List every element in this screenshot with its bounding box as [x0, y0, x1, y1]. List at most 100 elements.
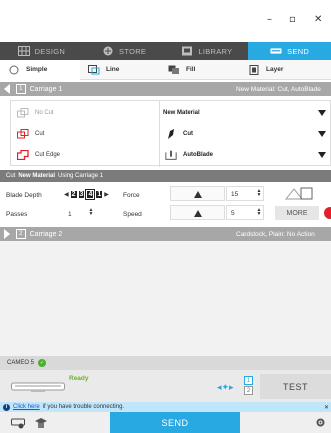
collapse-left-icon[interactable] [4, 84, 10, 94]
carriage-1-header[interactable]: 1 Carriage 1 New Material: Cut, AutoBlad… [0, 82, 331, 96]
tab-store-label: STORE [119, 46, 147, 56]
subtab-layer-label: Layer [266, 66, 284, 73]
blade-depth-digit: 2 [70, 191, 77, 198]
speed-slider-thumb[interactable] [194, 210, 202, 217]
speed-value: 5 [231, 210, 235, 217]
option-no-cut[interactable]: No Cut [17, 108, 54, 118]
help-text: if you have trouble connecting. [42, 404, 125, 410]
blade-depth-digit: 3 [78, 191, 85, 198]
subtab-layer[interactable]: Layer [240, 64, 320, 75]
connection-help-bar: i Click here if you have trouble connect… [0, 402, 331, 412]
expand-right-icon[interactable] [4, 229, 10, 239]
blade-depth-digit: 1 [96, 191, 103, 198]
subtab-simple[interactable]: Simple [0, 59, 80, 80]
send-button[interactable]: SEND [110, 412, 240, 433]
page-2-indicator[interactable]: 2 [244, 386, 253, 395]
subtab-simple-label: Simple [26, 66, 48, 73]
force-label: Force [123, 192, 140, 199]
close-help-button[interactable]: ✕ [324, 404, 329, 411]
material-dropdown[interactable]: New Material [161, 102, 331, 123]
machine-settings-icon[interactable] [11, 417, 25, 429]
panel-divider [159, 101, 160, 167]
force-value: 15 [231, 191, 239, 198]
carriage-1-material-summary: New Material: Cut, AutoBlade [236, 85, 321, 93]
option-cut-label: Cut [35, 131, 45, 137]
blade-depth-selected-digit: 4 [85, 189, 96, 200]
force-stepper-icon[interactable]: ▲ ▼ [256, 189, 262, 198]
close-button[interactable]: ✕ [314, 14, 322, 25]
checkmark-icon: ✓ [38, 359, 47, 367]
main-tabs: DESIGN STORE LIBRARY SEND [0, 42, 331, 60]
option-cut-edge[interactable]: Cut Edge [17, 150, 60, 160]
option-cut[interactable]: Cut [17, 129, 44, 139]
tool-dropdown[interactable]: AutoBlade [161, 144, 331, 165]
option-no-cut-label: No Cut [35, 110, 54, 116]
layer-icon [249, 64, 259, 75]
tab-design[interactable]: DESIGN [0, 42, 83, 60]
cut-settings-material: New Material [18, 173, 56, 179]
send-mode-tabs: Simple Line Fill Layer [0, 59, 331, 80]
subtab-line[interactable]: Line [80, 64, 160, 75]
passes-value: 1 [68, 211, 72, 218]
force-field[interactable]: 15 ▲ ▼ [226, 186, 264, 201]
subtab-fill-label: Fill [186, 66, 196, 73]
material-dropdown-value: New Material [163, 109, 200, 116]
carriage-1-label: Carriage 1 [29, 85, 63, 93]
tab-design-label: DESIGN [34, 46, 66, 56]
silhouette-window: – ▫ ✕ DESIGN STORE LIBRARY SEND Simple L… [0, 0, 331, 433]
blade-depth-decrease-icon[interactable]: ◀ [64, 191, 69, 198]
carriage-2-number: 2 [16, 229, 26, 239]
action-dropdown[interactable]: Cut [161, 123, 331, 144]
chevron-down-icon [318, 130, 326, 137]
send-cutter-icon [270, 48, 282, 54]
blade-depth-increase-icon[interactable]: ▶ [104, 191, 109, 198]
tab-store[interactable]: STORE [83, 42, 166, 60]
page-1-indicator[interactable]: 1 [244, 376, 253, 385]
tab-send-label: SEND [287, 46, 310, 56]
cut-style-panel: No Cut Cut Cut Edge New Material Cut Aut… [10, 100, 331, 167]
carriage-2-label: Carriage 2 [29, 230, 63, 238]
machine-status-ready: Ready [69, 375, 89, 382]
blade-depth-selector[interactable]: ◀ 2 3 4 1 ▶ [64, 189, 109, 200]
cutter-device-icon [11, 382, 65, 392]
tab-send[interactable]: SEND [248, 42, 331, 60]
cut-settings-suffix: Using Carriage 1 [58, 173, 104, 179]
chevron-down-icon [318, 109, 326, 116]
passes-stepper-icon[interactable]: ▲ ▼ [88, 208, 94, 217]
cut-icon [17, 129, 29, 139]
info-icon: i [3, 403, 10, 411]
print-and-cut-icon[interactable] [34, 417, 48, 429]
fill-icon [168, 65, 179, 74]
speed-field[interactable]: 5 ▲ ▼ [226, 205, 264, 220]
speed-stepper-icon[interactable]: ▲ ▼ [256, 208, 262, 217]
passes-field[interactable]: 1 ▲ ▼ [64, 205, 102, 220]
store-icon [103, 46, 113, 56]
maximize-button[interactable]: ▫ [289, 14, 296, 25]
tab-library[interactable]: LIBRARY [166, 42, 249, 60]
chevron-down-icon [318, 151, 326, 158]
subtab-fill[interactable]: Fill [160, 65, 240, 75]
more-button[interactable]: MORE [275, 206, 319, 220]
machine-bar: CAMEO 5 ✓ [0, 356, 331, 370]
speed-slider[interactable] [170, 205, 225, 220]
subtab-line-label: Line [106, 66, 120, 73]
speed-label: Speed [123, 211, 142, 218]
minimize-button[interactable]: – [267, 14, 272, 25]
autoblade-icon [165, 150, 177, 160]
bottom-bar: SEND [0, 412, 331, 433]
machine-name: CAMEO 5 [7, 360, 35, 366]
gear-icon[interactable] [315, 417, 326, 428]
help-link[interactable]: Click here [13, 404, 40, 410]
force-slider-thumb[interactable] [194, 191, 202, 198]
cut-settings-prefix: Cut [6, 173, 16, 179]
direction-pad-icon[interactable]: ◂✦▸ [217, 382, 234, 393]
design-grid-icon [17, 46, 30, 56]
line-icon [88, 64, 100, 74]
force-slider[interactable] [170, 186, 225, 201]
carriage-1-number: 1 [16, 84, 26, 94]
cut-preview-icon [284, 187, 313, 200]
option-cut-edge-label: Cut Edge [35, 152, 61, 158]
library-icon [182, 46, 193, 56]
carriage-2-header[interactable]: 2 Carriage 2 Cardstock, Plain: No Action [0, 227, 331, 241]
test-button[interactable]: TEST [260, 374, 331, 399]
